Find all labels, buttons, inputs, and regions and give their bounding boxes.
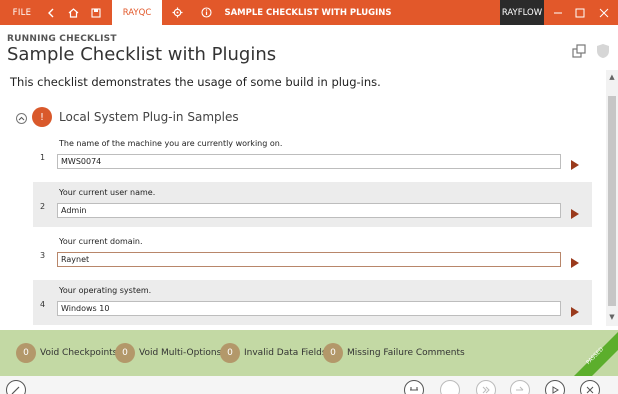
delete-icon[interactable] bbox=[580, 380, 600, 394]
stat-count: 0 bbox=[323, 343, 343, 363]
item-number: 2 bbox=[40, 202, 46, 211]
run-plugin-button[interactable] bbox=[570, 303, 580, 317]
stat-label: Void Multi-Options bbox=[139, 348, 222, 358]
checklist-description: This checklist demonstrates the usage of… bbox=[10, 75, 381, 89]
item-number: 1 bbox=[40, 153, 46, 162]
play-icon[interactable] bbox=[545, 380, 565, 394]
item-label: Your operating system. bbox=[59, 286, 152, 295]
run-plugin-button[interactable] bbox=[570, 205, 580, 219]
save-icon[interactable] bbox=[86, 0, 106, 25]
file-menu-button[interactable]: FILE bbox=[6, 0, 38, 25]
title-bar: FILE RAYQC SAMPLE CHECKLIST WITH PLUGINS… bbox=[0, 0, 618, 25]
rayflow-button[interactable]: RAYFLOW bbox=[500, 0, 544, 25]
item-label: The name of the machine you are currentl… bbox=[59, 139, 283, 148]
run-plugin-button[interactable] bbox=[570, 156, 580, 170]
next-arrow-icon[interactable] bbox=[510, 380, 530, 394]
back-icon[interactable] bbox=[42, 0, 60, 25]
item-label: Your current user name. bbox=[59, 188, 156, 197]
collapse-section-button[interactable] bbox=[16, 113, 27, 124]
window-title: SAMPLE CHECKLIST WITH PLUGINS bbox=[224, 7, 392, 18]
stat-label: Missing Failure Comments bbox=[347, 348, 465, 358]
item-number: 3 bbox=[40, 251, 46, 260]
scroll-up-icon[interactable]: ▲ bbox=[607, 72, 617, 82]
stat-missing-failure-comments: 0 Missing Failure Comments bbox=[323, 343, 465, 363]
stat-count: 0 bbox=[220, 343, 240, 363]
scrollbar-thumb[interactable] bbox=[608, 96, 616, 306]
item-number: 4 bbox=[40, 300, 46, 309]
info-icon[interactable] bbox=[196, 0, 216, 25]
maximize-icon[interactable] bbox=[570, 0, 590, 25]
minimize-icon[interactable] bbox=[548, 0, 568, 25]
stat-label: Void Checkpoints bbox=[40, 348, 118, 358]
item-value-input[interactable] bbox=[57, 301, 561, 316]
gear-icon[interactable] bbox=[166, 0, 188, 25]
item-value-input[interactable] bbox=[57, 154, 561, 169]
fast-forward-icon[interactable] bbox=[476, 380, 496, 394]
stat-invalid-data-fields: 0 Invalid Data Fields bbox=[220, 343, 327, 363]
stat-count: 0 bbox=[115, 343, 135, 363]
copy-icon[interactable] bbox=[571, 43, 587, 59]
run-plugin-button[interactable] bbox=[570, 254, 580, 268]
stat-void-multi-options: 0 Void Multi-Options bbox=[115, 343, 221, 363]
item-value-input[interactable] bbox=[57, 252, 561, 267]
item-value-input[interactable] bbox=[57, 203, 561, 218]
scroll-down-icon[interactable]: ▼ bbox=[607, 312, 617, 322]
running-label: RUNNING CHECKLIST bbox=[7, 34, 117, 44]
shield-icon[interactable] bbox=[596, 43, 610, 59]
page-title: Sample Checklist with Plugins bbox=[7, 44, 277, 65]
section-warning-badge: ! bbox=[32, 107, 52, 127]
stat-count: 0 bbox=[16, 343, 36, 363]
stat-void-checkpoints: 0 Void Checkpoints bbox=[16, 343, 117, 363]
plugin-icon[interactable] bbox=[404, 380, 424, 394]
tab-rayqc[interactable]: RAYQC bbox=[112, 0, 162, 25]
edit-icon[interactable] bbox=[6, 380, 26, 394]
rewind-icon[interactable] bbox=[440, 380, 460, 394]
close-icon[interactable] bbox=[594, 0, 614, 25]
item-label: Your current domain. bbox=[59, 237, 143, 246]
section-title: Local System Plug-in Samples bbox=[59, 110, 239, 124]
home-icon[interactable] bbox=[62, 0, 84, 25]
stat-label: Invalid Data Fields bbox=[244, 348, 327, 358]
